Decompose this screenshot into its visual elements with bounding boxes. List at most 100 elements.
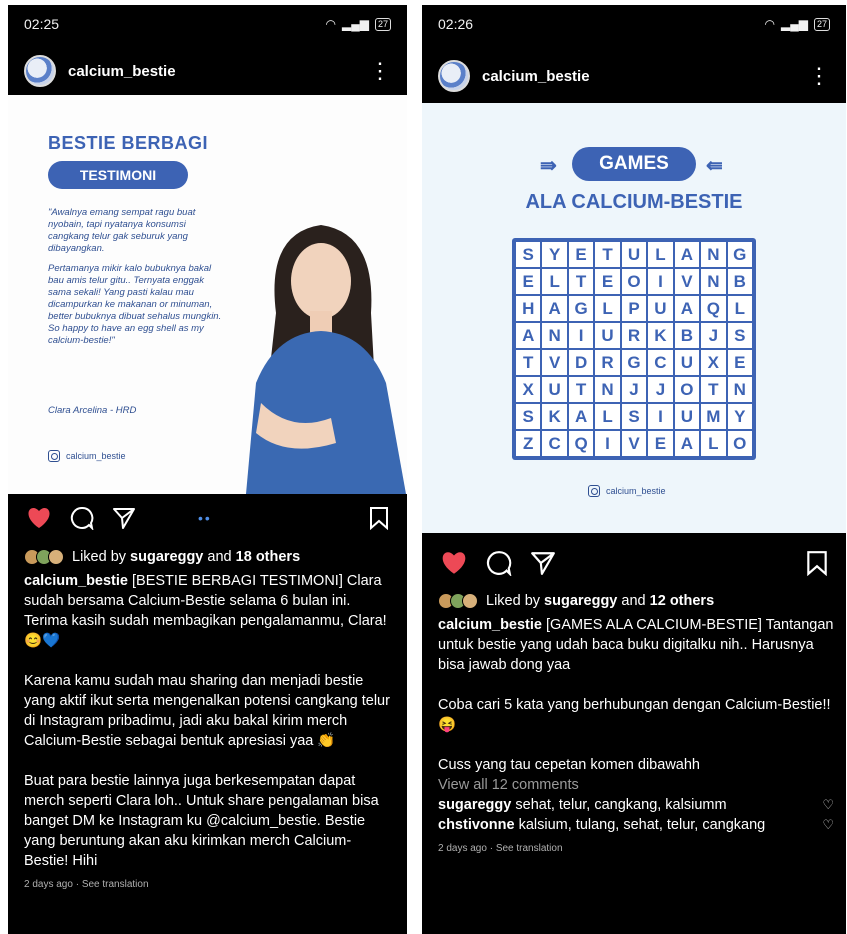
liked-by-user[interactable]: sugareggy	[130, 549, 203, 565]
grid-cell: T	[516, 350, 541, 375]
grid-cell: N	[727, 377, 752, 402]
grid-cell: U	[621, 242, 647, 267]
bookmark-icon[interactable]	[369, 506, 389, 530]
status-bar: 02:26 ◠ ▂▄▆ 27	[422, 5, 846, 43]
liked-by-and: and	[621, 593, 646, 609]
grid-cell: N	[701, 269, 726, 294]
games-subtitle: ALA CALCIUM-BESTIE	[525, 191, 743, 213]
liker-avatars	[24, 549, 64, 565]
grid-cell: E	[516, 269, 541, 294]
share-icon[interactable]	[530, 550, 556, 576]
testimoni-quote: "Awalnya emang sempat ragu buat nyobain,…	[48, 207, 224, 355]
comment-like-icon[interactable]: ♡	[822, 815, 834, 835]
grid-cell: N	[701, 242, 726, 267]
quote-paragraph-2: Pertamanya mikir kalo bubuknya bakal bau…	[48, 263, 222, 346]
grid-cell: O	[727, 431, 752, 456]
post-image-testimoni[interactable]: BESTIE BERBAGI TESTIMONI "Awalnya emang …	[8, 95, 407, 494]
likes-line[interactable]: Liked by sugareggy and 12 others	[438, 591, 834, 611]
grid-cell: R	[595, 350, 620, 375]
grid-cell: K	[542, 404, 567, 429]
comment-row: sugareggy sehat, telur, cangkang, kalsiu…	[438, 795, 834, 815]
grid-cell: T	[568, 269, 594, 294]
comment-username[interactable]: chstivonne	[438, 817, 515, 833]
grid-cell: A	[674, 296, 700, 321]
grid-cell: O	[674, 377, 700, 402]
grid-cell: R	[621, 323, 647, 348]
share-icon[interactable]	[112, 506, 136, 530]
grid-cell: E	[727, 350, 752, 375]
caption-text-3: Cuss yang tau cepetan komen dibawahh	[438, 757, 700, 773]
grid-cell: A	[568, 404, 594, 429]
grid-cell: Y	[727, 404, 752, 429]
comment-like-icon[interactable]: ♡	[822, 795, 834, 815]
like-heart-icon[interactable]	[440, 550, 468, 576]
comment-text: sehat, telur, cangkang, kalsiumm	[515, 797, 727, 813]
grid-cell: Q	[701, 296, 726, 321]
avatar[interactable]	[438, 60, 470, 92]
handle-text: calcium_bestie	[606, 486, 666, 496]
caption-username[interactable]: calcium_bestie	[24, 573, 128, 589]
comment-icon[interactable]	[486, 550, 512, 576]
post-image-games[interactable]: ⇛ GAMES ⇚ ALA CALCIUM-BESTIE SYETULANGEL…	[422, 103, 846, 533]
likes-line[interactable]: Liked by sugareggy and 18 others	[24, 547, 395, 567]
view-all-comments-link[interactable]: View all 12 comments	[438, 775, 834, 795]
wifi-icon: ◠	[764, 17, 776, 31]
more-options-icon[interactable]: ⋮	[369, 60, 391, 82]
liked-by-others[interactable]: 12 others	[650, 593, 714, 609]
grid-cell: L	[595, 296, 620, 321]
liked-by-and: and	[207, 549, 232, 565]
grid-cell: I	[648, 404, 673, 429]
grid-cell: K	[648, 323, 673, 348]
testimoni-title: BESTIE BERBAGI	[48, 133, 209, 153]
grid-cell: X	[701, 350, 726, 375]
arrow-left-icon: ⇚	[706, 155, 723, 177]
instagram-icon	[588, 485, 600, 497]
testimoni-author: Clara Arcelina - HRD	[48, 405, 137, 416]
grid-cell: X	[516, 377, 541, 402]
more-options-icon[interactable]: ⋮	[808, 65, 830, 87]
signal-icon: ▂▄▆	[342, 17, 369, 31]
grid-cell: V	[674, 269, 700, 294]
comment-row: chstivonne kalsium, tulang, sehat, telur…	[438, 815, 834, 835]
grid-cell: G	[727, 242, 752, 267]
post-timestamp[interactable]: 2 days ago · See translation	[438, 839, 834, 859]
instagram-handle: calcium_bestie	[48, 450, 126, 462]
bookmark-icon[interactable]	[806, 550, 828, 576]
comment-username[interactable]: sugareggy	[438, 797, 511, 813]
liked-by-prefix: Liked by	[486, 593, 541, 609]
status-bar: 02:25 ◠ ▂▄▆ 27	[8, 5, 407, 43]
grid-cell: H	[516, 296, 541, 321]
grid-cell: O	[621, 269, 647, 294]
grid-cell: Z	[516, 431, 541, 456]
caption-username[interactable]: calcium_bestie	[438, 617, 542, 633]
avatar[interactable]	[24, 55, 56, 87]
status-icons: ◠ ▂▄▆ 27	[765, 17, 830, 31]
status-time: 02:25	[24, 16, 60, 32]
grid-cell: U	[674, 350, 700, 375]
grid-cell: N	[542, 323, 567, 348]
grid-cell: E	[568, 242, 594, 267]
grid-cell: U	[648, 296, 673, 321]
word-search-grid: SYETULANGELTEOIVNBHAGLPUAQLANIURKBJSTVDR…	[512, 238, 756, 460]
post-timestamp[interactable]: 2 days ago · See translation	[24, 875, 395, 895]
grid-cell: L	[648, 242, 673, 267]
grid-cell: E	[648, 431, 673, 456]
avatar	[48, 549, 64, 565]
grid-cell: N	[595, 377, 620, 402]
avatar	[462, 593, 478, 609]
games-pill: GAMES	[572, 147, 696, 181]
post-username[interactable]: calcium_bestie	[482, 68, 590, 85]
post-username[interactable]: calcium_bestie	[68, 63, 176, 80]
grid-cell: A	[674, 242, 700, 267]
caption-text-2: Coba cari 5 kata yang berhubungan dengan…	[438, 697, 831, 733]
liked-by-user[interactable]: sugareggy	[544, 593, 617, 609]
testimoni-pill: TESTIMONI	[48, 161, 188, 189]
grid-cell: G	[621, 350, 647, 375]
grid-cell: S	[516, 242, 541, 267]
comment-icon[interactable]	[70, 506, 94, 530]
like-heart-icon[interactable]	[26, 506, 52, 530]
liked-by-others[interactable]: 18 others	[236, 549, 300, 565]
liked-by-prefix: Liked by	[72, 549, 127, 565]
quote-paragraph-1: "Awalnya emang sempat ragu buat nyobain,…	[48, 207, 196, 254]
grid-cell: I	[568, 323, 594, 348]
